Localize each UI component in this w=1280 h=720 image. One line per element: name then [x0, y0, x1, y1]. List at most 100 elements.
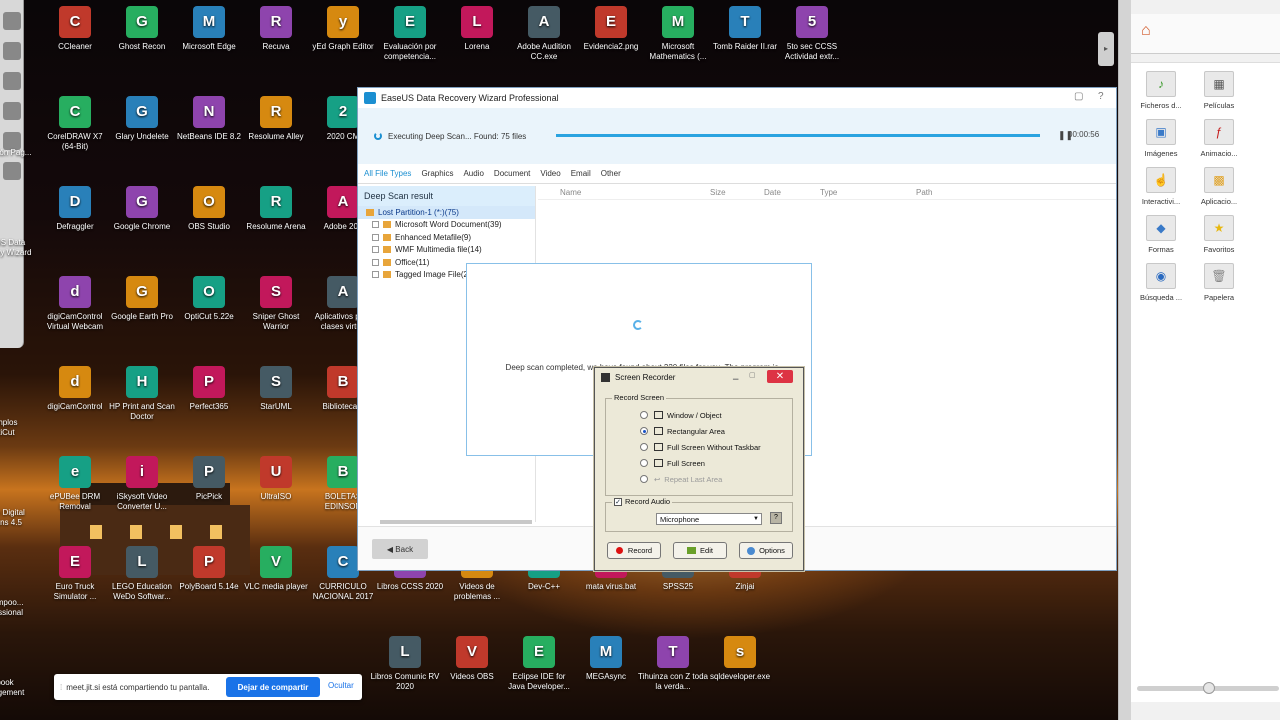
- audio-help-button[interactable]: ?: [770, 512, 782, 524]
- desktop-icon[interactable]: E Eclipse IDE for Java Developer...: [504, 636, 574, 692]
- gallery-panel[interactable]: ⌂ ♪ Ficheros d... ▦ Películas ▣ Imágenes ƒA…: [1118, 0, 1280, 720]
- filter-graphics[interactable]: Graphics: [421, 169, 453, 178]
- left-toolbar[interactable]: [0, 0, 24, 348]
- gallery-item[interactable]: ♪ Ficheros d...: [1135, 71, 1187, 110]
- desktop-icon[interactable]: 5 5to sec CCSS Actividad extr...: [777, 6, 847, 62]
- tree-node[interactable]: Enhanced Metafile(9): [358, 231, 535, 244]
- desktop-icon[interactable]: G Google Earth Pro: [107, 276, 177, 322]
- option-full-screen-no-taskbar[interactable]: Full Screen Without Taskbar: [640, 441, 761, 453]
- desktop-icon[interactable]: R Resolume Arena: [241, 186, 311, 232]
- eraser-tool-icon[interactable]: [3, 72, 21, 90]
- desktop-icon[interactable]: Ejemplos OptiCut: [0, 380, 32, 438]
- desktop-icon[interactable]: e ePUBee DRM Removal: [40, 456, 110, 512]
- marker-tool-icon[interactable]: [3, 42, 21, 60]
- gallery-item[interactable]: ƒ Animacio...: [1193, 119, 1245, 158]
- desktop-icon[interactable]: U UltraISO: [241, 456, 311, 502]
- back-button[interactable]: ◀ Back: [372, 539, 428, 559]
- help-icon[interactable]: ?: [1098, 91, 1104, 102]
- col-size[interactable]: Size: [710, 188, 726, 197]
- microphone-select[interactable]: Microphone ▼: [656, 513, 762, 525]
- filter-other[interactable]: Other: [601, 169, 621, 178]
- filter-audio[interactable]: Audio: [463, 169, 483, 178]
- desktop-icon[interactable]: Adobe Digital Editions 4.5: [0, 470, 32, 528]
- tree-scrollbar[interactable]: [380, 520, 532, 524]
- hide-button[interactable]: Ocultar: [328, 681, 354, 690]
- zoom-slider-knob[interactable]: [1203, 682, 1215, 694]
- gallery-item[interactable]: ☝ Interactivi...: [1135, 167, 1187, 206]
- desktop-icon[interactable]: M Microsoft Mathematics (...: [643, 6, 713, 62]
- desktop-icon[interactable]: P PicPick: [174, 456, 244, 502]
- gallery-item[interactable]: 🗑 Papelera: [1193, 263, 1245, 302]
- desktop-icon[interactable]: G Glary Undelete: [107, 96, 177, 142]
- col-name[interactable]: Name: [560, 188, 581, 197]
- filter-document[interactable]: Document: [494, 169, 530, 178]
- option-rectangular-area[interactable]: Rectangular Area: [640, 425, 725, 437]
- doc-tool-icon[interactable]: [3, 162, 21, 180]
- option-window-object[interactable]: Window / Object: [640, 409, 722, 421]
- desktop-icon[interactable]: V VLC media player: [241, 546, 311, 592]
- filter-email[interactable]: Email: [571, 169, 591, 178]
- record-audio-checkbox[interactable]: ✓ Record Audio: [612, 497, 673, 506]
- desktop-icon[interactable]: E-book Management: [0, 640, 32, 698]
- desktop-icon[interactable]: L Libros Comunic RV 2020: [370, 636, 440, 692]
- desktop-icon[interactable]: V Videos OBS: [437, 636, 507, 682]
- desktop-icon[interactable]: y yEd Graph Editor: [308, 6, 378, 52]
- col-type[interactable]: Type: [820, 188, 837, 197]
- desktop-icon[interactable]: R Recuva: [241, 6, 311, 52]
- tree-node[interactable]: Microsoft Word Document(39): [358, 219, 535, 232]
- filter-video[interactable]: Video: [540, 169, 560, 178]
- gallery-item[interactable]: ▦ Películas: [1193, 71, 1245, 110]
- desktop-icon[interactable]: O OptiCut 5.22e: [174, 276, 244, 322]
- gallery-item[interactable]: ◆ Formas: [1135, 215, 1187, 254]
- maximize-icon[interactable]: ▢: [749, 371, 756, 379]
- desktop-icon[interactable]: E Euro Truck Simulator ...: [40, 546, 110, 602]
- tree-node-partition[interactable]: Lost Partition-1 (*:)(75): [358, 206, 535, 219]
- desktop-icon[interactable]: G Google Chrome: [107, 186, 177, 232]
- desktop-icon[interactable]: Protección Pag...: [0, 110, 32, 158]
- desktop-icon[interactable]: E Evidencia2.png: [576, 6, 646, 52]
- desktop-icon[interactable]: T Tomb Raider II.rar: [710, 6, 780, 52]
- desktop-icon[interactable]: L LEGO Education WeDo Softwar...: [107, 546, 177, 602]
- col-date[interactable]: Date: [764, 188, 781, 197]
- record-button[interactable]: Record: [607, 542, 661, 559]
- desktop-icon[interactable]: P Perfect365: [174, 366, 244, 412]
- desktop-icon[interactable]: S StarUML: [241, 366, 311, 412]
- filter-all[interactable]: All File Types: [364, 169, 411, 178]
- desktop-icon[interactable]: Ashampoo... Professional: [0, 560, 32, 618]
- desktop-icon[interactable]: H HP Print and Scan Doctor: [107, 366, 177, 422]
- desktop-icon[interactable]: i iSkysoft Video Converter U...: [107, 456, 177, 512]
- zoom-slider[interactable]: [1137, 682, 1279, 694]
- desktop-icon[interactable]: E Evaluación por competencia...: [375, 6, 445, 62]
- desktop-icon[interactable]: L Lorena: [442, 6, 512, 52]
- desktop-icon[interactable]: G Ghost Recon: [107, 6, 177, 52]
- desktop-icon[interactable]: M MEGAsync: [571, 636, 641, 682]
- gallery-item[interactable]: ▩ Aplicacio...: [1193, 167, 1245, 206]
- desktop-icon[interactable]: N NetBeans IDE 8.2: [174, 96, 244, 142]
- desktop-icon[interactable]: R Resolume Alley: [241, 96, 311, 142]
- restore-icon[interactable]: ▢: [1074, 91, 1083, 102]
- desktop-icon[interactable]: s sqldeveloper.exe: [705, 636, 775, 682]
- panel-toggle-button[interactable]: ▸: [1098, 32, 1114, 66]
- pen-tool-icon[interactable]: [3, 12, 21, 30]
- home-icon[interactable]: ⌂: [1141, 22, 1151, 40]
- desktop-icon[interactable]: P PolyBoard 5.14e: [174, 546, 244, 592]
- stop-sharing-button[interactable]: Dejar de compartir: [226, 677, 320, 697]
- desktop-icon[interactable]: M Microsoft Edge: [174, 6, 244, 52]
- drag-handle-icon[interactable]: ⁞: [60, 683, 62, 692]
- desktop-icon[interactable]: S Sniper Ghost Warrior: [241, 276, 311, 332]
- close-icon[interactable]: ✕: [767, 370, 793, 383]
- desktop-icon[interactable]: A Adobe Audition CC.exe: [509, 6, 579, 62]
- desktop-icon[interactable]: C CorelDRAW X7 (64-Bit): [40, 96, 110, 152]
- option-full-screen[interactable]: Full Screen: [640, 457, 705, 469]
- tree-node[interactable]: WMF Multimedia file(14): [358, 244, 535, 257]
- desktop-icon[interactable]: EaseUS Data Recovery Wizard: [0, 200, 32, 258]
- desktop-icon[interactable]: C CCleaner: [40, 6, 110, 52]
- edit-button[interactable]: Edit: [673, 542, 727, 559]
- desktop-icon[interactable]: d digiCamControl: [40, 366, 110, 412]
- desktop-icon[interactable]: d digiCamControl Virtual Webcam: [40, 276, 110, 332]
- options-button[interactable]: Options: [739, 542, 793, 559]
- screen-recorder-window[interactable]: Screen Recorder ▁ ▢ ✕ Record Screen Wind…: [594, 367, 804, 571]
- gallery-item[interactable]: ▣ Imágenes: [1135, 119, 1187, 158]
- desktop-icon[interactable]: O OBS Studio: [174, 186, 244, 232]
- gallery-item[interactable]: ◉ Búsqueda ...: [1135, 263, 1187, 302]
